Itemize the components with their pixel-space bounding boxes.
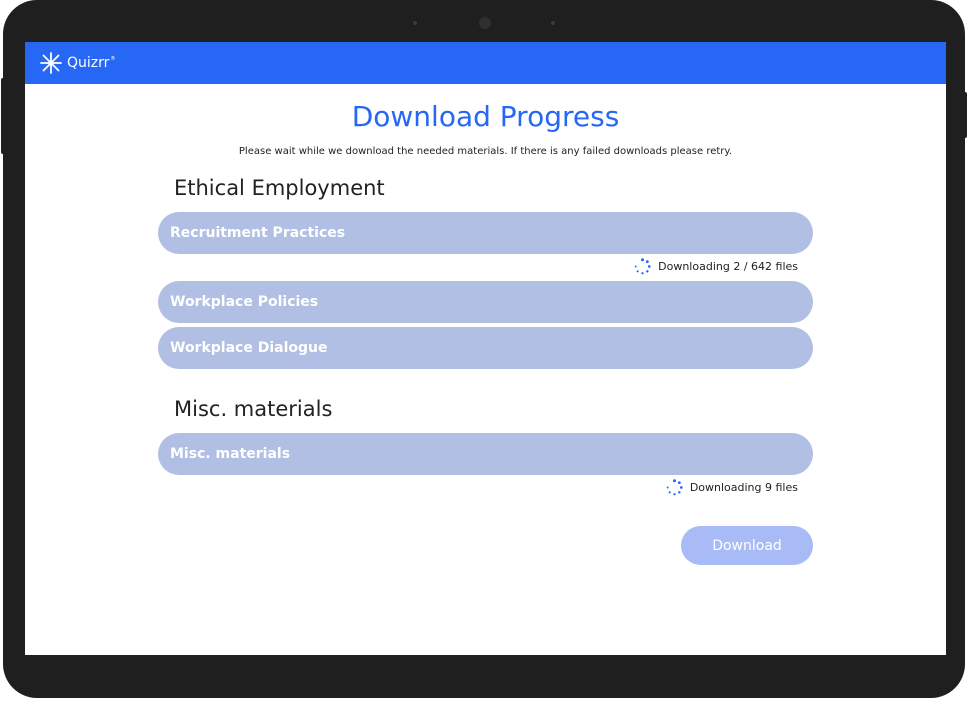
loading-spinner-icon [666, 479, 683, 496]
app-screen: Quizrr ® Download Progress Please wait wh… [25, 42, 946, 655]
sensor-dot [551, 21, 555, 25]
sensor-dot [413, 21, 417, 25]
page-subtitle: Please wait while we download the needed… [238, 146, 733, 157]
quizrr-logo-icon [40, 52, 62, 74]
download-button[interactable]: Download [681, 526, 813, 565]
download-item-misc-materials[interactable]: Misc. materials [158, 433, 813, 475]
download-status-text: Downloading 2 / 642 files [658, 260, 798, 273]
download-status: Downloading 9 files [666, 479, 798, 496]
download-item-label: Workplace Dialogue [170, 340, 328, 356]
download-item-workplace-policies[interactable]: Workplace Policies [158, 281, 813, 323]
download-item-label: Misc. materials [170, 446, 291, 462]
download-status: Downloading 2 / 642 files [634, 258, 798, 275]
app-logo[interactable]: Quizrr ® [40, 52, 115, 74]
side-button [1, 78, 5, 154]
section-heading-ethical-employment: Ethical Employment [174, 176, 385, 200]
top-bar: Quizrr ® [25, 42, 946, 84]
camera-lens [479, 17, 491, 29]
download-item-label: Recruitment Practices [170, 225, 346, 241]
app-name: Quizrr [67, 55, 110, 71]
page-title: Download Progress [351, 100, 620, 133]
registered-mark: ® [110, 56, 116, 62]
loading-spinner-icon [634, 258, 651, 275]
download-item-label: Workplace Policies [170, 294, 319, 310]
download-item-recruitment-practices[interactable]: Recruitment Practices [158, 212, 813, 254]
section-heading-misc-materials: Misc. materials [174, 397, 333, 421]
power-button [963, 92, 967, 138]
download-item-workplace-dialogue[interactable]: Workplace Dialogue [158, 327, 813, 369]
download-status-text: Downloading 9 files [689, 481, 798, 494]
